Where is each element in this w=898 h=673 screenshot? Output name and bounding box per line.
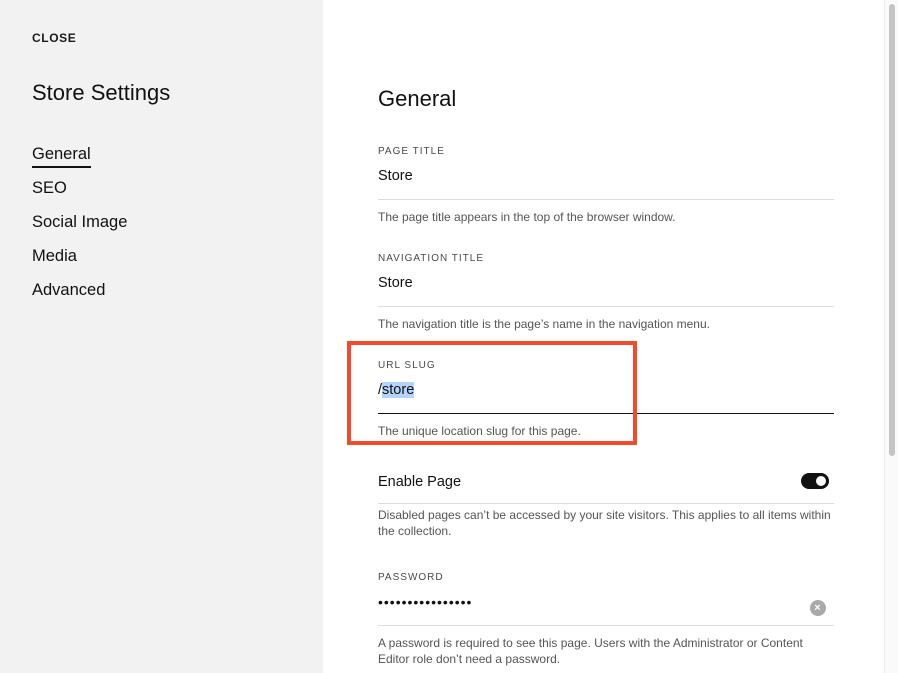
url-slug-label: URL SLUG [378,360,436,371]
toggle-knob [816,476,826,486]
password-label: PASSWORD [378,572,444,583]
enable-page-row: Enable Page [378,472,834,504]
sidebar-item-label: General [32,143,91,168]
enable-page-toggle[interactable] [801,473,829,489]
settings-nav: General SEO Social Image Media Advanced [32,143,127,313]
scrollbar[interactable] [884,0,898,673]
settings-sidebar: CLOSE Store Settings General SEO Social … [0,0,323,673]
enable-page-label: Enable Page [378,474,462,490]
sidebar-title: Store Settings [32,80,171,105]
page-title-input[interactable]: Store [378,168,834,200]
settings-main-panel: General PAGE TITLE Store The page title … [323,0,884,673]
page-title-help: The page title appears in the top of the… [378,210,676,224]
navigation-title-label: NAVIGATION TITLE [378,253,485,264]
sidebar-item-label: Media [32,247,77,265]
sidebar-item-media[interactable]: Media [32,245,127,279]
enable-page-help: Disabled pages can’t be accessed by your… [378,508,831,538]
sidebar-item-label: SEO [32,179,67,197]
url-slug-selected-text: store [382,382,415,398]
scrollbar-thumb[interactable] [889,4,895,456]
url-slug-field: URL SLUG / store The unique location slug… [378,360,834,439]
password-masked-value: •••••••••••••••• [378,594,473,610]
sidebar-item-advanced[interactable]: Advanced [32,279,127,313]
url-slug-help: The unique location slug for this page. [378,424,581,438]
sidebar-item-general[interactable]: General [32,143,127,177]
navigation-title-help: The navigation title is the page’s name … [378,317,710,331]
password-help: A password is required to see this page.… [378,636,803,666]
navigation-title-field: NAVIGATION TITLE Store The navigation ti… [378,253,834,332]
password-input[interactable]: •••••••••••••••• × [378,594,834,626]
sidebar-item-label: Social Image [32,213,128,231]
clear-icon[interactable]: × [810,600,826,616]
navigation-title-input[interactable]: Store [378,275,834,307]
sidebar-item-social-image[interactable]: Social Image [32,211,127,245]
close-button[interactable]: CLOSE [32,31,76,45]
page-title-label: PAGE TITLE [378,146,445,157]
page-title: General [378,86,457,111]
page-title-field: PAGE TITLE Store The page title appears … [378,146,834,225]
password-field: PASSWORD •••••••••••••••• × A password i… [378,572,834,667]
sidebar-item-label: Advanced [32,281,106,299]
url-slug-input[interactable]: / store [378,382,834,414]
sidebar-item-seo[interactable]: SEO [32,177,127,211]
